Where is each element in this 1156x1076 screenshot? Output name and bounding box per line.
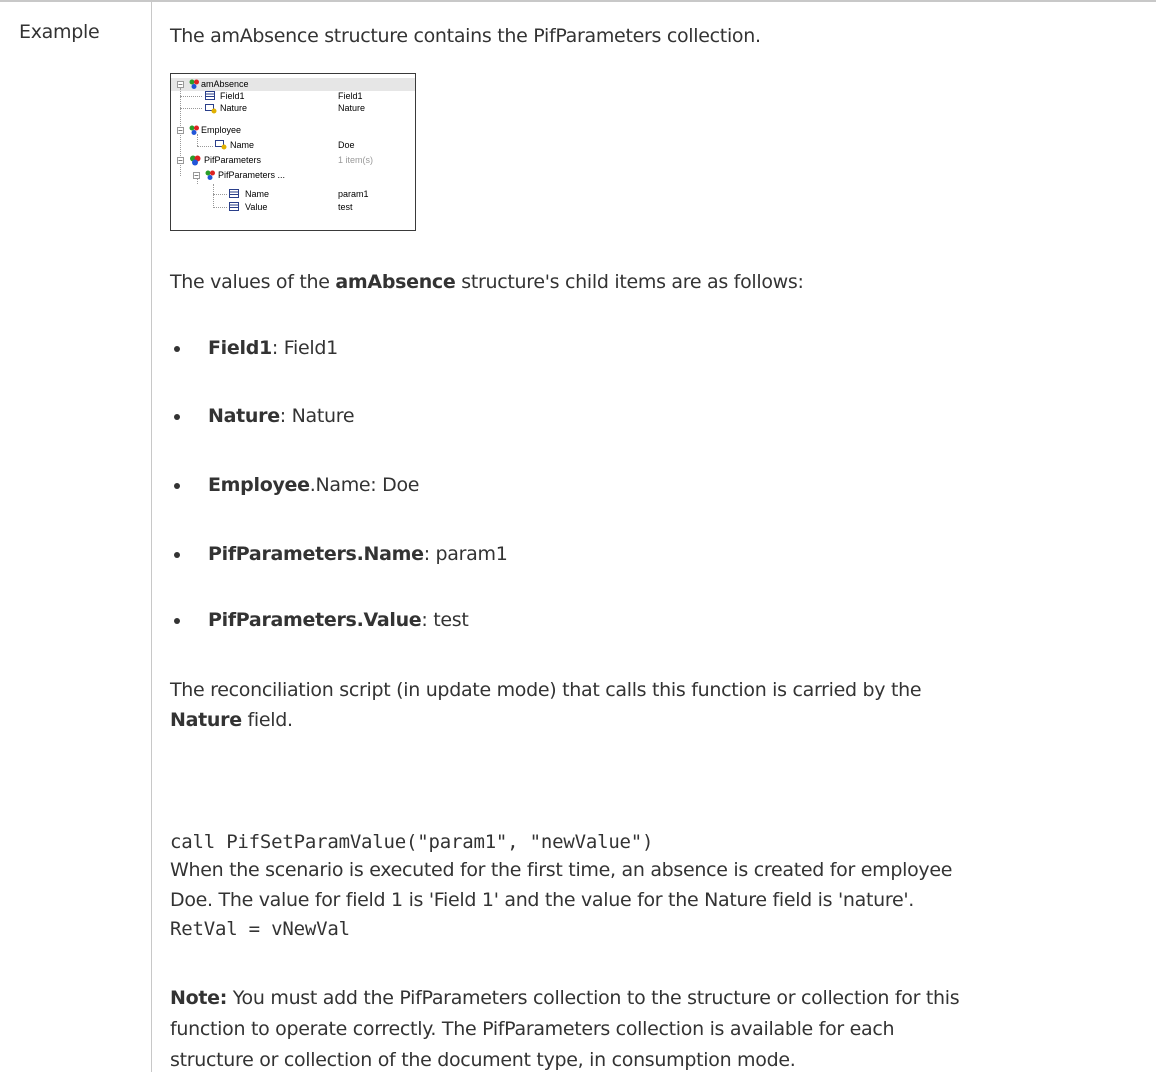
structure-icon [205,170,215,180]
list-item-value: : Field1 [271,337,338,359]
tree-node-employee-name[interactable]: Name [230,139,254,151]
values-intro-paragraph: The values of the amAbsence structure's … [170,267,1145,297]
tree-node-param-value[interactable]: Value [245,201,267,213]
tree-node-pifparameters[interactable]: PifParameters [204,154,261,166]
values-intro-text-end: structure's child items are as follows: [455,271,804,293]
list-item-key: Nature [208,405,280,427]
collapse-toggle[interactable]: – [177,157,184,164]
list-item-value: : Nature [279,405,355,427]
example-table: Example The amAbsence structure contains… [0,0,1156,1072]
code-line: RetVal = vNewVal [170,918,350,940]
tree-connector [213,194,227,195]
tree-node-param-name[interactable]: Name [245,188,269,200]
tree-value-field1: Field1 [338,91,363,101]
field-icon [205,91,215,100]
bullet-icon [174,552,180,558]
tree-node-field1[interactable]: Field1 [220,90,245,102]
tree-connector [197,146,213,147]
note-paragraph: Note: You must add the PifParameters col… [170,983,1145,1076]
reconciliation-field-name: Nature [170,709,242,731]
structure-icon [189,125,199,135]
tree-connector [213,184,214,208]
collapse-toggle[interactable]: – [177,81,184,88]
list-item-value: .Name: Doe [309,474,420,496]
execution-paragraph: When the scenario is executed for the fi… [170,855,1145,915]
bullet-icon [174,414,180,420]
note-text: function to operate correctly. The PifPa… [170,1018,895,1040]
execution-text: When the scenario is executed for the fi… [170,859,953,881]
tree-connector [180,96,202,97]
values-intro-structure-name: amAbsence [335,271,456,293]
note-label: Note: [170,987,228,1009]
tree-node-amabsence[interactable]: amAbsence [201,78,249,90]
row-label-example: Example [19,21,100,43]
structure-icon [189,79,199,89]
tree-node-nature[interactable]: Nature [220,102,247,114]
tree-node-employee[interactable]: Employee [201,124,241,136]
table-top-border [0,0,1156,2]
list-item-key: PifParameters.Name [208,543,424,565]
tree-node-pifparameters-item[interactable]: PifParameters ... [218,169,285,181]
structure-tree-image: – – – – amAbsence Field1 Field1 Nature N… [170,73,416,231]
list-item-key: Employee [208,474,310,496]
reconciliation-paragraph: The reconciliation script (in update mod… [170,675,1145,735]
intro-text: The amAbsence structure contains the Pif… [170,25,761,47]
list-item-key: PifParameters.Value [208,609,422,631]
intro-paragraph: The amAbsence structure contains the Pif… [170,21,1145,51]
list-item-value: : param1 [423,543,508,565]
tree-connector [180,108,202,109]
column-divider [151,0,152,1072]
reconciliation-text: The reconciliation script (in update mod… [170,679,922,701]
note-text: You must add the PifParameters collectio… [227,987,960,1009]
bullet-icon [174,618,180,624]
note-text: structure or collection of the document … [170,1049,796,1071]
tree-connector [213,207,227,208]
bullet-icon [174,346,180,352]
link-field-icon [205,104,217,114]
field-icon [229,189,239,198]
field-icon [229,202,239,211]
reconciliation-text-end: field. [241,709,294,731]
list-item-value: : test [421,609,469,631]
tree-value-pifparameters: 1 item(s) [338,155,374,165]
execution-text: Doe. The value for field 1 is 'Field 1' … [170,889,915,911]
code-line: call PifSetParamValue("param1", "newValu… [170,831,654,853]
tree-value-nature: Nature [338,103,366,113]
tree-value-employee-name: Doe [338,140,355,150]
link-field-icon [215,140,227,150]
tree-value-param-value: test [338,202,353,212]
collection-icon [190,155,201,166]
values-intro-text: The values of the [170,271,336,293]
tree-connector [197,134,198,146]
collapse-toggle[interactable]: – [193,172,200,179]
bullet-icon [174,483,180,489]
collapse-toggle[interactable]: – [177,127,184,134]
tree-value-param-name: param1 [338,189,369,199]
list-item-key: Field1 [208,337,272,359]
